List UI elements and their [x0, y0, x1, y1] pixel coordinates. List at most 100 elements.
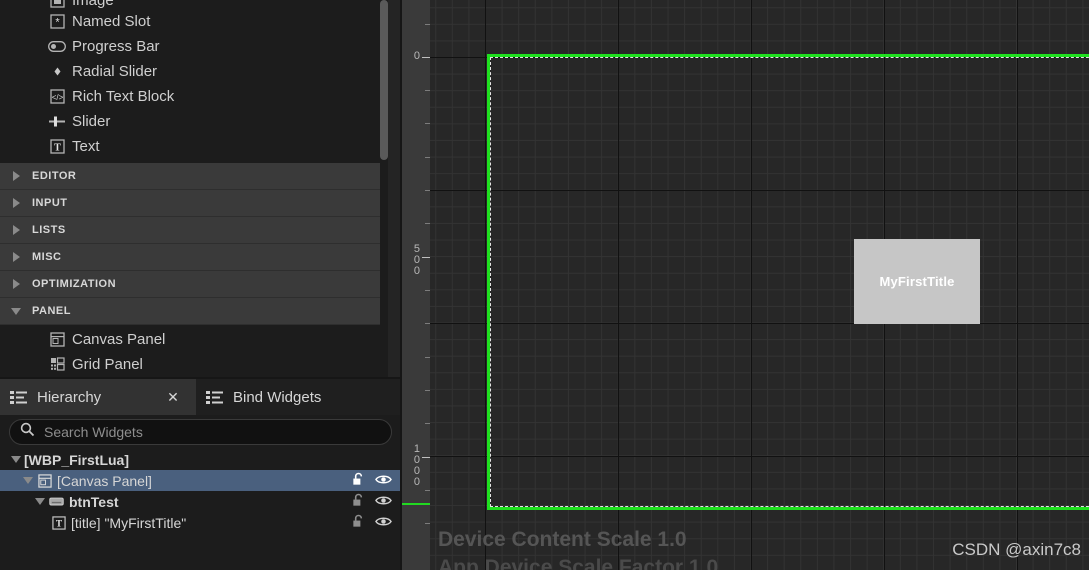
palette-category-label: EDITOR [32, 170, 77, 182]
search-widgets-container: Search Widgets [0, 415, 402, 449]
palette-item-image[interactable]: Image [0, 0, 381, 9]
palette-item-grid-panel[interactable]: Grid Panel [0, 352, 381, 377]
canvas-panel-selection-outline[interactable] [487, 54, 1089, 510]
tab-hierarchy-label: Hierarchy [37, 388, 102, 406]
ruler-label-1000: 1000 [413, 443, 420, 488]
palette-category-input[interactable]: INPUT [0, 190, 381, 217]
palette-item-rich-text-block[interactable]: </> Rich Text Block [0, 84, 381, 109]
btntest-widget-preview[interactable]: MyFirstTitle [854, 239, 980, 324]
palette-item-label: Radial Slider [72, 63, 158, 80]
image-icon [47, 0, 67, 9]
palette-item-text[interactable]: T Text [0, 134, 381, 159]
palette-item-radial-slider[interactable]: Radial Slider [0, 59, 381, 84]
palette-item-named-slot[interactable]: * Named Slot [0, 9, 381, 34]
text-icon: T [50, 515, 67, 530]
rich-text-block-icon: </> [47, 89, 67, 105]
tree-row-icons [351, 493, 392, 511]
widget-hierarchy-tree[interactable]: [WBP_FirstLua] [Canvas Panel] btnTest T … [0, 449, 402, 570]
palette-item-label: Progress Bar [72, 38, 160, 55]
tree-item-label: [WBP_FirstLua] [24, 451, 129, 468]
canvas-panel-icon [36, 473, 53, 488]
tree-item-title[interactable]: T [title] "MyFirstTitle" [0, 512, 402, 533]
palette-item-label: Canvas Panel [72, 331, 166, 348]
palette-category-editor[interactable]: EDITOR [0, 163, 381, 190]
palette-item-label: Named Slot [72, 13, 151, 30]
palette-category-label: OPTIMIZATION [32, 278, 117, 290]
palette-category-optimization[interactable]: OPTIMIZATION [0, 271, 381, 298]
tree-item-label: [title] "MyFirstTitle" [71, 514, 187, 531]
device-content-scale-label: Device Content Scale 1.0 [438, 528, 687, 551]
palette-category-label: INPUT [32, 197, 68, 209]
design-canvas-grid[interactable]: MyFirstTitle Device Content Scale 1.0 Ap… [430, 0, 1089, 570]
palette-item-label: Image [72, 0, 114, 9]
unlock-icon[interactable] [351, 493, 366, 511]
palette-item-label: Rich Text Block [72, 88, 175, 105]
palette-item-label: Slider [72, 113, 111, 130]
chevron-down-icon[interactable] [8, 452, 24, 468]
tree-item-btntest[interactable]: btnTest [0, 491, 402, 512]
tree-item-canvas-panel[interactable]: [Canvas Panel] [0, 470, 402, 491]
app-device-scale-label: App Device Scale Factor 1.0 [438, 556, 719, 570]
progress-bar-icon [47, 39, 67, 55]
palette-category-label: LISTS [32, 224, 66, 236]
tree-row-icons [351, 514, 392, 532]
svg-text:*: * [55, 17, 60, 29]
chevron-right-icon [8, 249, 24, 265]
svg-text:</>: </> [51, 93, 63, 102]
designer-viewport[interactable]: MyFirstTitle Device Content Scale 1.0 Ap… [402, 0, 1089, 570]
eye-icon[interactable] [375, 473, 392, 489]
tree-item-label: btnTest [69, 493, 119, 510]
chevron-down-icon[interactable] [20, 473, 36, 489]
selection-dashed-border [490, 57, 1089, 507]
chevron-right-icon [8, 195, 24, 211]
panel-horizontal-divider[interactable] [0, 377, 402, 379]
search-input[interactable]: Search Widgets [9, 419, 392, 445]
main-vertical-divider[interactable] [400, 0, 402, 570]
close-icon[interactable]: ✕ [166, 390, 180, 404]
radial-slider-icon [47, 64, 67, 80]
palette-item-label: Text [72, 138, 100, 155]
ruler-label-0: 0 [413, 50, 420, 62]
chevron-down-icon[interactable] [32, 494, 48, 510]
left-column: Image * Named Slot Progress Bar Radial S… [0, 0, 402, 570]
palette-scrollbar-thumb[interactable] [380, 0, 388, 160]
named-slot-icon: * [47, 14, 67, 30]
vertical-ruler[interactable]: 0 500 1000 [402, 0, 430, 570]
palette-list: Image * Named Slot Progress Bar Radial S… [0, 0, 381, 377]
svg-text:T: T [55, 519, 62, 529]
palette-category-panel[interactable]: PANEL [0, 298, 381, 325]
text-icon: T [47, 139, 67, 155]
palette-item-canvas-panel[interactable]: Canvas Panel [0, 327, 381, 352]
unlock-icon[interactable] [351, 472, 366, 490]
grid-panel-icon [47, 357, 67, 373]
ruler-selection-marker [402, 503, 430, 505]
csdn-watermark: CSDN @axin7c8 [952, 540, 1081, 559]
palette-panel[interactable]: Image * Named Slot Progress Bar Radial S… [0, 0, 402, 379]
ruler-label-500: 500 [413, 243, 420, 277]
svg-text:T: T [54, 143, 61, 154]
list-icon [206, 390, 224, 404]
tree-item-label: [Canvas Panel] [57, 472, 152, 489]
chevron-right-icon [8, 222, 24, 238]
chevron-right-icon [8, 168, 24, 184]
palette-item-label: Grid Panel [72, 356, 143, 373]
search-icon [20, 422, 35, 442]
chevron-right-icon [8, 276, 24, 292]
palette-item-progress-bar[interactable]: Progress Bar [0, 34, 381, 59]
canvas-panel-icon [47, 332, 67, 348]
unlock-icon[interactable] [351, 514, 366, 532]
hierarchy-tab-bar: Hierarchy ✕ Bind Widgets [0, 379, 402, 415]
palette-category-label: PANEL [32, 305, 71, 317]
hierarchy-panel: Hierarchy ✕ Bind Widgets Search Widgets … [0, 379, 402, 570]
tree-item-wbp-firstlua[interactable]: [WBP_FirstLua] [0, 449, 402, 470]
btntest-label: MyFirstTitle [879, 274, 955, 289]
tab-bind-widgets-label: Bind Widgets [233, 388, 322, 406]
unreal-umg-editor-window: Image * Named Slot Progress Bar Radial S… [0, 0, 1089, 570]
search-placeholder: Search Widgets [44, 424, 143, 440]
palette-category-lists[interactable]: LISTS [0, 217, 381, 244]
eye-icon[interactable] [375, 494, 392, 510]
palette-item-slider[interactable]: Slider [0, 109, 381, 134]
tab-bind-widgets[interactable]: Bind Widgets [196, 379, 356, 415]
eye-icon[interactable] [375, 515, 392, 531]
palette-category-misc[interactable]: MISC [0, 244, 381, 271]
